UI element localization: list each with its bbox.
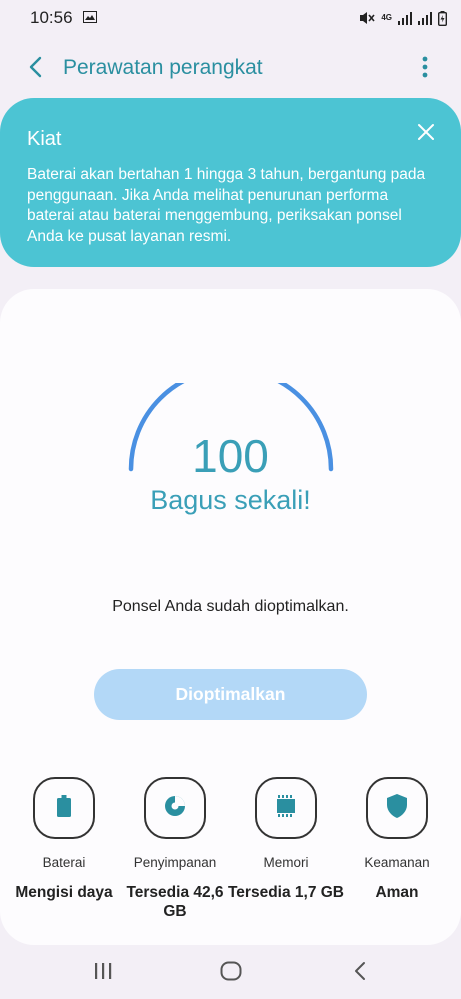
category-label: Baterai: [42, 855, 86, 870]
home-button[interactable]: [216, 960, 246, 986]
score-value: 100: [192, 430, 269, 482]
category-value: Mengisi daya: [15, 884, 113, 901]
more-options-button[interactable]: [410, 54, 440, 84]
recent-apps-icon: [93, 961, 113, 986]
signal-icon: [418, 11, 432, 25]
battery-icon-circle: [33, 777, 95, 839]
status-message: Ponsel Anda sudah dioptimalkan.: [112, 598, 349, 615]
optimize-button[interactable]: Dioptimalkan: [94, 669, 367, 720]
tip-title: Kiat: [27, 128, 62, 150]
score-card: 100 Bagus sekali! Ponsel Anda sudah diop…: [0, 289, 461, 945]
system-nav-bar: [0, 946, 461, 999]
more-vertical-icon: [422, 56, 428, 83]
back-button[interactable]: [20, 54, 50, 84]
category-memory[interactable]: Memori Tersedia 1,7 GB: [226, 777, 346, 902]
category-value: Aman: [375, 884, 419, 901]
back-arrow-icon: [28, 56, 42, 83]
shield-icon-circle: [366, 777, 428, 839]
category-storage[interactable]: Penyimpanan Tersedia 42,6 GB: [115, 777, 235, 921]
signal-icon: [398, 11, 412, 25]
category-battery[interactable]: Baterai Mengisi daya: [4, 777, 124, 902]
category-label: Penyimpanan: [133, 855, 217, 870]
storage-icon-circle: [144, 777, 206, 839]
category-value: Tersedia 42,6 GB: [126, 884, 224, 920]
tip-card: Kiat Baterai akan bertahan 1 hingga 3 ta…: [0, 98, 461, 267]
app-bar: Perawatan perangkat: [0, 46, 461, 90]
network-4g-icon: 4G: [381, 13, 392, 22]
recent-apps-button[interactable]: [88, 960, 118, 986]
status-bar: 10:56 4G: [0, 0, 461, 36]
mute-icon: [359, 11, 375, 25]
category-label: Memori: [263, 855, 309, 870]
storage-pie-icon: [163, 794, 187, 823]
category-value: Tersedia 1,7 GB: [227, 884, 344, 901]
image-icon: [82, 8, 97, 28]
close-icon: [414, 124, 438, 148]
shield-icon: [387, 793, 407, 823]
tip-text: Baterai akan bertahan 1 hingga 3 tahun, …: [27, 166, 426, 245]
memory-icon-circle: [255, 777, 317, 839]
tip-close-button[interactable]: [414, 120, 440, 146]
nav-back-button[interactable]: [345, 960, 375, 986]
battery-icon: [57, 794, 71, 822]
score-label: Bagus sekali!: [150, 485, 311, 515]
back-icon: [353, 961, 367, 986]
memory-chip-icon: [274, 794, 298, 822]
page-title: Perawatan perangkat: [63, 56, 263, 79]
status-icons: 4G: [359, 10, 447, 26]
battery-charging-icon: [438, 10, 447, 26]
home-icon: [220, 961, 242, 986]
category-label: Keamanan: [364, 855, 430, 870]
category-security[interactable]: Keamanan Aman: [337, 777, 457, 902]
status-time: 10:56: [30, 8, 73, 27]
